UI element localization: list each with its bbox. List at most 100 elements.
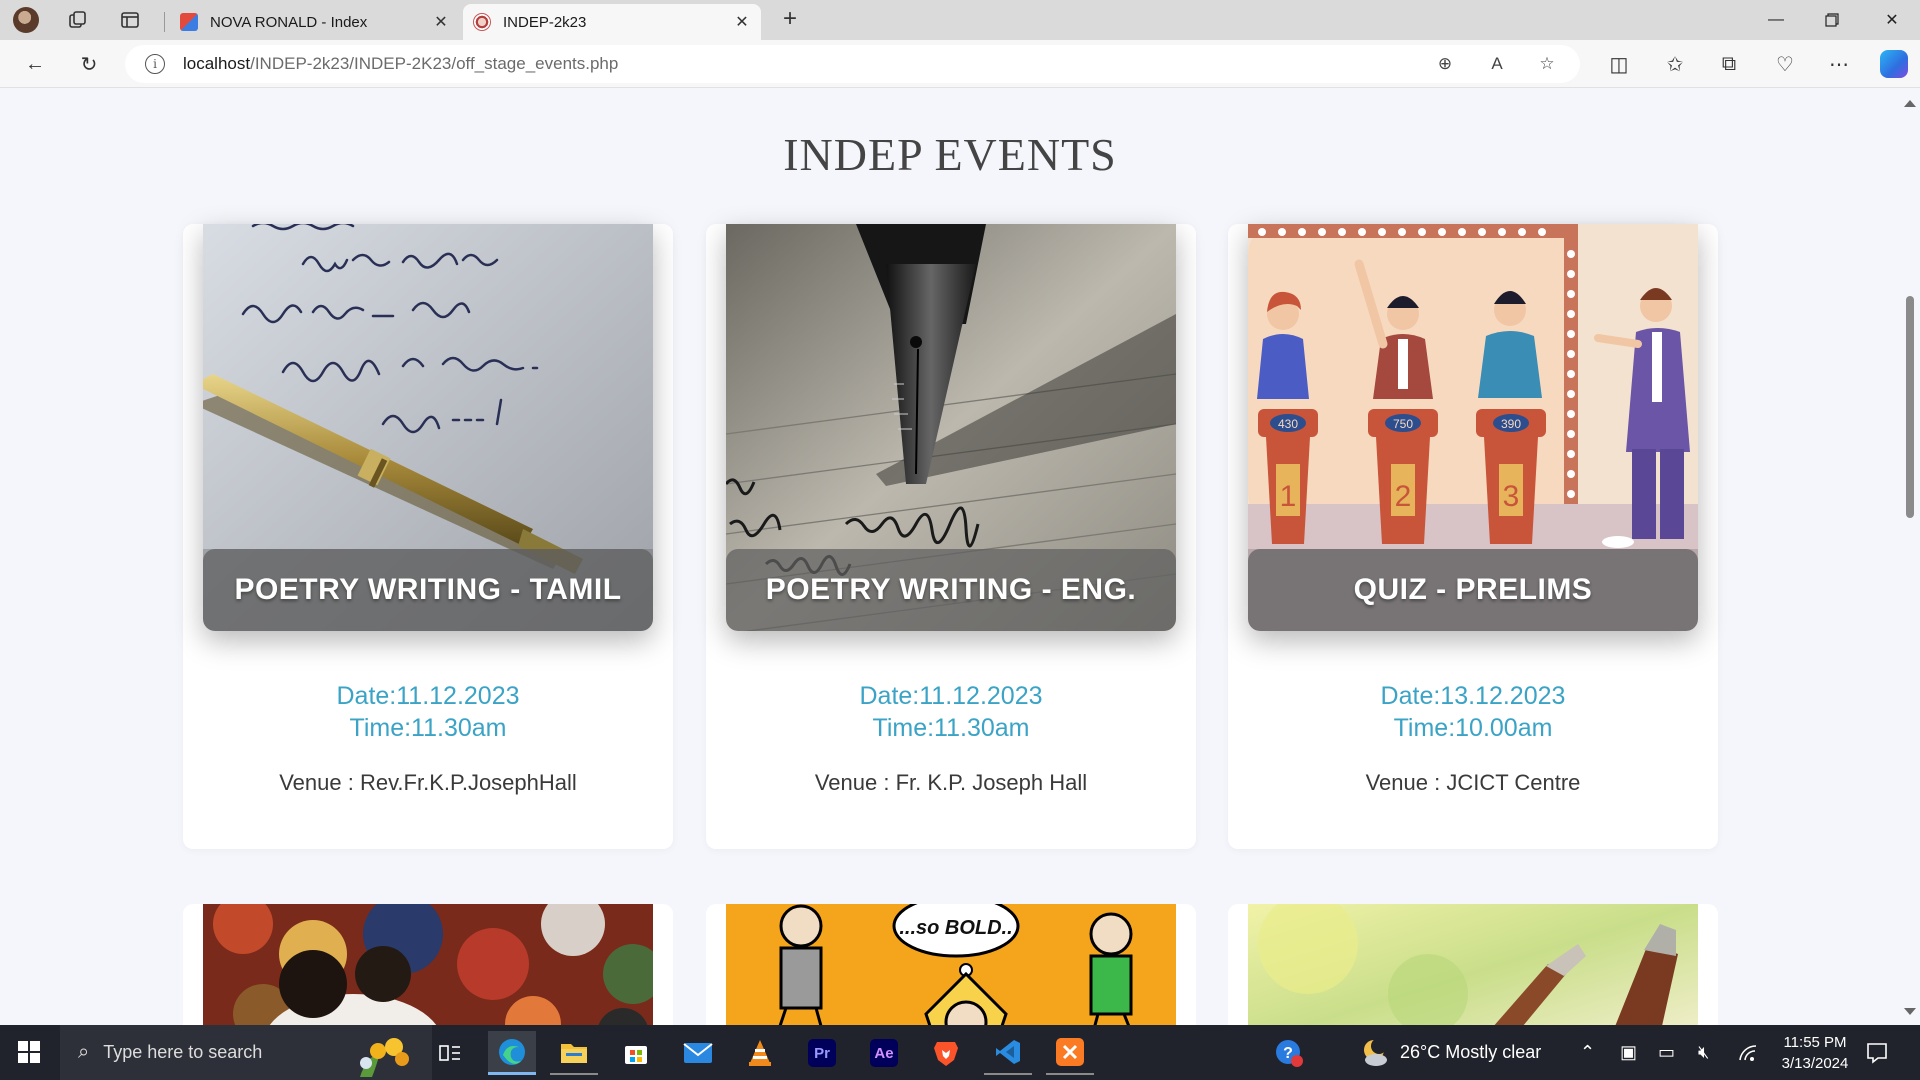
site-favicon-icon <box>473 13 491 31</box>
search-icon: ⌕ <box>78 1041 90 1063</box>
vscode-icon[interactable] <box>984 1031 1032 1075</box>
vertical-tabs-icon[interactable] <box>116 6 144 34</box>
event-venue: Venue : Fr. K.P. Joseph Hall <box>814 770 1088 795</box>
clock-date: 3/13/2024 <box>1781 1055 1849 1072</box>
event-card[interactable]: POETRY WRITING - ENG. Date:11.12.2023 Ti… <box>706 224 1196 849</box>
tab-title: INDEP-2k23 <box>503 13 587 31</box>
url-text[interactable]: localhost/INDEP-2k23/INDEP-2K23/off_stag… <box>183 54 618 74</box>
event-image: POETRY WRITING - TAMIL <box>203 224 653 631</box>
taskbar-search-box[interactable]: ⌕ Type here to search <box>60 1025 432 1080</box>
event-date: Date:13.12.2023 <box>1380 682 1566 710</box>
wifi-icon[interactable] <box>1738 1025 1758 1080</box>
event-time: Time:11.30am <box>349 714 507 742</box>
page-scrollbar[interactable] <box>1900 88 1920 1025</box>
new-tab-button[interactable]: + <box>776 6 804 34</box>
event-time: Time:11.30am <box>872 714 1030 742</box>
scroll-down-arrow-icon[interactable] <box>1904 1008 1916 1015</box>
event-card[interactable] <box>1228 904 1718 1025</box>
more-options-icon[interactable]: ⋯ <box>1824 50 1854 78</box>
mail-icon[interactable] <box>674 1031 722 1075</box>
event-card[interactable]: POETRY WRITING - TAMIL Date:11.12.2023 T… <box>183 224 673 849</box>
back-arrow-icon[interactable]: ← <box>20 50 50 78</box>
workspaces-icon[interactable] <box>64 6 92 34</box>
event-image: 430 1 750 2 390 3 QUIZ - PRELIMS <box>1248 224 1698 631</box>
help-icon[interactable]: ? <box>1274 1025 1304 1080</box>
tab-strip: NOVA RONALD - Index ✕ INDEP-2k23 ✕ + — ✕ <box>0 0 1920 40</box>
event-title-band: POETRY WRITING - TAMIL <box>203 549 653 631</box>
close-tab-icon[interactable]: ✕ <box>733 12 751 32</box>
event-venue: Venue : Rev.Fr.K.P.JosephHall <box>279 770 577 795</box>
search-highlight-flower-icon <box>360 1038 409 1077</box>
event-title-band: QUIZ - PRELIMS <box>1248 549 1698 631</box>
event-card[interactable] <box>183 904 673 1025</box>
copilot-icon[interactable] <box>1880 50 1908 78</box>
browser-essentials-icon[interactable]: ♡ <box>1770 50 1800 78</box>
address-bar[interactable]: i localhost/INDEP-2k23/INDEP-2K23/off_st… <box>125 45 1580 83</box>
podium-number-3: 3 <box>1503 480 1520 513</box>
taskbar: ⌕ Type here to search Pr Ae ? 26°C Mostl… <box>0 1025 1920 1080</box>
brave-icon[interactable] <box>922 1031 970 1075</box>
weather-widget[interactable]: 26°C Mostly clear <box>1360 1025 1541 1080</box>
moon-cloud-icon <box>1364 1037 1387 1066</box>
event-title: POETRY WRITING - ENG. <box>765 573 1137 606</box>
collections-icon[interactable]: ⧉ <box>1714 50 1744 78</box>
event-image <box>203 904 653 1025</box>
microsoft-store-icon[interactable] <box>612 1031 660 1075</box>
site-info-icon[interactable]: i <box>145 54 165 74</box>
favorites-icon[interactable]: ✩ <box>1660 50 1690 78</box>
volume-muted-icon[interactable]: 🔇︎ <box>1698 1025 1709 1080</box>
event-image: ...so BOLD.. <box>726 904 1176 1025</box>
zoom-icon[interactable]: ⊕ <box>1433 53 1457 75</box>
event-image: POETRY WRITING - ENG. <box>726 224 1176 631</box>
event-time: Time:10.00am <box>1393 714 1553 742</box>
search-placeholder: Type here to search <box>103 1042 263 1062</box>
file-explorer-icon[interactable] <box>550 1031 598 1075</box>
close-window-button[interactable]: ✕ <box>1864 0 1920 40</box>
tab-title: NOVA RONALD - Index <box>210 13 368 31</box>
restore-button[interactable] <box>1804 0 1860 40</box>
profile-avatar[interactable] <box>12 6 40 34</box>
event-title-band: POETRY WRITING - ENG. <box>726 549 1176 631</box>
browser-toolbar: ← ↻ i localhost/INDEP-2k23/INDEP-2K23/of… <box>0 40 1920 88</box>
podium-score-3: 390 <box>1501 417 1521 431</box>
page-title: INDEP EVENTS <box>783 129 1117 180</box>
vlc-icon[interactable] <box>736 1031 784 1075</box>
podium-score-1: 430 <box>1278 417 1298 431</box>
scrollbar-thumb[interactable] <box>1906 296 1914 518</box>
notifications-icon[interactable] <box>1866 1025 1888 1080</box>
taskbar-clock[interactable]: 11:55 PM 3/13/2024 <box>1765 1032 1865 1074</box>
event-venue: Venue : JCICT Centre <box>1365 770 1581 795</box>
event-card[interactable]: ...so BOLD.. <box>706 904 1196 1025</box>
favorite-star-icon[interactable]: ☆ <box>1535 53 1559 75</box>
podium-number-1: 1 <box>1280 480 1297 513</box>
clock-time: 11:55 PM <box>1783 1034 1847 1051</box>
minimize-button[interactable]: — <box>1748 0 1804 40</box>
windows-start-icon[interactable] <box>18 1041 40 1063</box>
meet-now-icon[interactable]: ▣ <box>1620 1025 1637 1080</box>
comic-speech-text: ...so BOLD.. <box>899 917 1012 939</box>
event-image <box>1248 904 1698 1025</box>
edge-icon[interactable] <box>488 1031 536 1075</box>
refresh-icon[interactable]: ↻ <box>74 50 104 78</box>
scroll-up-arrow-icon[interactable] <box>1904 100 1916 107</box>
xampp-icon[interactable] <box>1046 1031 1094 1075</box>
event-title: QUIZ - PRELIMS <box>1353 573 1593 606</box>
close-tab-icon[interactable]: ✕ <box>432 12 450 32</box>
battery-icon[interactable]: ▭ <box>1658 1025 1675 1080</box>
tab-indep-2k23[interactable]: INDEP-2k23 ✕ <box>463 4 761 40</box>
event-title: POETRY WRITING - TAMIL <box>234 573 622 606</box>
podium-number-2: 2 <box>1395 480 1412 513</box>
read-aloud-icon[interactable]: A <box>1485 53 1509 75</box>
show-hidden-icons-chevron-icon[interactable]: ⌃ <box>1580 1025 1595 1080</box>
tab-nova-ronald[interactable]: NOVA RONALD - Index ✕ <box>164 4 460 40</box>
after-effects-icon[interactable]: Ae <box>860 1031 908 1075</box>
page-content: INDEP EVENTS POETRY WRITING - TAMIL Date… <box>0 88 1920 1025</box>
task-view-icon[interactable] <box>426 1031 474 1075</box>
weather-text: 26°C Mostly clear <box>1400 1042 1542 1062</box>
event-card[interactable]: 430 1 750 2 390 3 QUIZ - PRELIMS Date:13… <box>1228 224 1718 849</box>
premiere-pro-icon[interactable]: Pr <box>798 1031 846 1075</box>
event-date: Date:11.12.2023 <box>336 682 520 710</box>
split-screen-icon[interactable]: ◫ <box>1604 50 1634 78</box>
event-date: Date:11.12.2023 <box>859 682 1043 710</box>
site-favicon-icon <box>180 13 198 31</box>
